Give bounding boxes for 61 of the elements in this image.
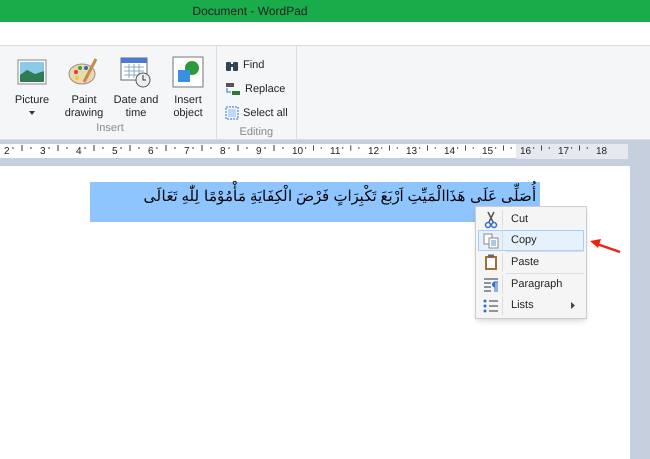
ruler-number: 7 — [184, 144, 190, 158]
document-text: أُصَلِّى عَلَى هَذَاالْمَيِّتِ اَرْبَعَ تَكْبِرَاتٍ فَرْضَ الْكِفَايَةِ مَأْمُوْمًا لِلّٰهِ تَعَالَى — [143, 182, 536, 212]
ruler-ticks-icon — [82, 144, 106, 152]
calendar-clock-icon — [120, 56, 152, 88]
scissors-icon — [484, 210, 498, 228]
ruler-number: 12 — [368, 144, 380, 158]
ruler-number: 17 — [558, 144, 570, 158]
ruler-number: 5 — [112, 144, 118, 158]
copy-icon — [482, 232, 498, 248]
menu-item[interactable]: Cut — [478, 209, 584, 230]
ruler-number: 9 — [256, 144, 262, 158]
ruler-ticks-icon — [340, 144, 362, 152]
submenu-arrow-icon — [571, 302, 575, 309]
ribbon-button[interactable]: Paint drawing — [60, 46, 108, 120]
menu-item[interactable]: Paragraph — [478, 274, 584, 295]
ruler-ticks-icon — [262, 144, 286, 152]
ruler-number: 8 — [220, 144, 226, 158]
bullet-list-icon — [482, 298, 498, 314]
ribbon-button[interactable]: Select all — [225, 102, 288, 124]
window-title: Document - WordPad — [192, 3, 308, 20]
group-label: Insert — [95, 121, 125, 136]
menu-item[interactable]: Copy — [478, 230, 584, 251]
ruler-number: 15 — [482, 144, 494, 158]
ruler-number: 18 — [596, 144, 608, 158]
ruler-number: 16 — [520, 144, 532, 158]
ruler-ticks-icon — [190, 144, 214, 152]
shapes-object-icon — [172, 56, 204, 88]
menu-item[interactable]: Paste — [478, 252, 584, 273]
ruler-ticks-icon — [493, 144, 514, 152]
ruler-ticks-icon — [531, 144, 552, 152]
pointer-arrow — [589, 238, 621, 254]
replace-icon — [225, 81, 241, 97]
ruler-ticks-icon — [303, 144, 324, 152]
select-all-icon — [225, 106, 239, 120]
group-label: Editing — [238, 125, 274, 140]
ruler-ticks-icon — [10, 144, 34, 152]
ruler-number: 14 — [444, 144, 456, 158]
paragraph-icon — [482, 276, 498, 292]
ruler-ticks-icon — [417, 144, 438, 152]
landscape-picture-icon — [17, 57, 47, 87]
ribbon-button[interactable]: Replace — [225, 78, 288, 100]
ruler-ticks-icon — [154, 144, 178, 152]
ruler-ticks-icon — [46, 144, 70, 152]
ruler-ticks-icon — [379, 144, 400, 152]
ribbon-button[interactable]: Picture — [8, 46, 56, 120]
ruler-ticks-icon — [226, 144, 250, 152]
ruler-number: 2 — [4, 144, 10, 158]
menu-item[interactable]: Lists — [478, 295, 584, 316]
ruler-ticks-icon — [569, 144, 590, 152]
ruler-number: 3 — [40, 144, 46, 158]
ruler-ticks-icon — [118, 144, 142, 152]
ruler-number: 6 — [148, 144, 154, 158]
ruler-number: 13 — [406, 144, 418, 158]
ruler-number: 4 — [76, 144, 82, 158]
ruler-number: 10 — [292, 144, 304, 158]
ribbon-button[interactable]: Date and time — [112, 46, 160, 120]
ribbon-button[interactable]: Find — [225, 54, 288, 76]
clipboard-icon — [484, 254, 498, 271]
ruler-number: 11 — [330, 144, 340, 158]
ruler-ticks-icon — [455, 144, 476, 152]
ribbon-button[interactable]: Insert object — [164, 46, 212, 120]
